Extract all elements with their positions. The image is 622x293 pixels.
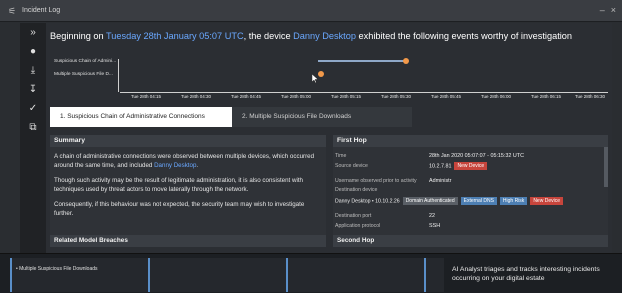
- ai-analyst-note: AI Analyst triages and tracks interestin…: [452, 266, 600, 282]
- event-timeline: Suspicious Chain of Admini... Multiple S…: [46, 49, 612, 104]
- timeline-row-label: Multiple Suspicious File D...: [54, 72, 113, 77]
- mouse-cursor-icon: [312, 74, 318, 83]
- high-risk-badge: High Risk: [499, 197, 528, 205]
- check-icon[interactable]: ✓: [20, 99, 46, 118]
- timeline-tick: Tue 28th 05:45: [430, 94, 462, 99]
- summary-text: Though such activity may be the result o…: [54, 177, 303, 193]
- time-label: Time: [335, 153, 347, 159]
- bottom-incident-strip: • Multiple Suspicious File Downloads AI …: [0, 253, 622, 293]
- chevrons-down-icon[interactable]: »: [20, 23, 46, 42]
- source-value[interactable]: 10.2.7.81: [429, 163, 451, 169]
- chat-icon[interactable]: ●: [20, 42, 46, 61]
- copy-icon[interactable]: ⧉: [20, 118, 46, 137]
- timeline-tick: Tue 28th 05:15: [330, 94, 362, 99]
- event-marker-admin-chain[interactable]: [403, 58, 409, 64]
- window-title: Incident Log: [22, 7, 61, 14]
- first-hop-panel: First Hop Time 28th Jan 2020 05:07:07 - …: [333, 135, 608, 247]
- tab-suspicious-chain[interactable]: 1. Suspicious Chain of Administrative Co…: [50, 107, 232, 127]
- domain-authenticated-badge: Domain Authenticated: [402, 197, 458, 205]
- timeline-tick: Tue 28th 04:30: [180, 94, 212, 99]
- new-device-badge: New Device: [454, 162, 488, 170]
- external-dns-badge: External DNS: [460, 197, 497, 205]
- source-label: Source device: [335, 163, 368, 169]
- summary-device-link[interactable]: Danny Desktop: [154, 162, 196, 169]
- pin-icon[interactable]: ↧: [20, 80, 46, 99]
- close-button[interactable]: ×: [611, 5, 616, 15]
- incident-log-window: ⚟ Incident Log – × » ● ⤓ ↧ ✓ ⧉ Beginning…: [0, 0, 622, 293]
- headline-suffix: exhibited the following events worthy of…: [355, 31, 573, 41]
- headline-prefix: Beginning on: [50, 31, 107, 41]
- username-label: Username observed prior to activity: [335, 178, 417, 184]
- first-hop-header: First Hop: [333, 135, 608, 147]
- headline-device-link[interactable]: Danny Desktop: [293, 31, 356, 41]
- destination-value[interactable]: Danny Desktop • 10.10.2.26: [335, 198, 400, 204]
- timeline-y-axis: [118, 59, 119, 92]
- incident-card[interactable]: [424, 258, 444, 292]
- timeline-tick: Tue 28th 04:45: [230, 94, 262, 99]
- new-device-badge: New Device: [530, 197, 563, 205]
- username-value: Administr: [429, 178, 452, 184]
- tab-file-downloads[interactable]: 2. Multiple Suspicious File Downloads: [232, 107, 412, 127]
- timeline-tick: Tue 28th 05:30: [380, 94, 412, 99]
- incident-tabs: 1. Suspicious Chain of Administrative Co…: [50, 107, 412, 127]
- summary-body: A chain of administrative connections we…: [50, 147, 326, 232]
- summary-header: Summary: [50, 135, 326, 147]
- incident-headline: Beginning on Tuesday 28th January 05:07 …: [50, 31, 572, 41]
- sidebar: » ● ⤓ ↧ ✓ ⧉: [20, 23, 46, 253]
- incident-card[interactable]: [286, 258, 424, 292]
- app-icon: ⚟: [8, 5, 17, 16]
- summary-text: .: [196, 161, 199, 169]
- timeline-tick: Tue 28th 06:30: [574, 94, 606, 99]
- timeline-tick: Tue 28th 06:00: [480, 94, 512, 99]
- title-bar: ⚟ Incident Log – ×: [0, 0, 622, 22]
- event-bar-admin-chain[interactable]: [318, 60, 406, 62]
- event-marker-file-downloads[interactable]: [318, 71, 324, 77]
- summary-panel: Summary A chain of administrative connec…: [50, 135, 326, 247]
- related-breaches-header[interactable]: Related Model Breaches: [50, 235, 326, 247]
- headline-middle: , the device: [243, 31, 294, 41]
- port-value: 22: [429, 213, 435, 219]
- headline-date: Tuesday 28th January 05:07 UTC: [106, 31, 244, 41]
- time-value: 28th Jan 2020 05:07:07 - 05:15:32 UTC: [429, 153, 525, 159]
- minimize-button[interactable]: –: [600, 5, 605, 15]
- incident-card-label: Multiple Suspicious File Downloads: [19, 266, 98, 272]
- timeline-tick: Tue 28th 04:15: [130, 94, 162, 99]
- summary-text: Consequently, if this behaviour was not …: [54, 201, 305, 217]
- download-icon[interactable]: ⤓: [20, 61, 46, 80]
- scrollbar[interactable]: [604, 147, 608, 187]
- destination-label: Destination device: [335, 187, 378, 193]
- protocol-value: SSH: [429, 223, 441, 229]
- main-content: Beginning on Tuesday 28th January 05:07 …: [46, 23, 612, 253]
- timeline-tick: Tue 28th 06:15: [530, 94, 562, 99]
- incident-card[interactable]: • Multiple Suspicious File Downloads: [10, 258, 148, 292]
- incident-card-title: • Multiple Suspicious File Downloads: [16, 266, 98, 272]
- second-hop-header[interactable]: Second Hop: [333, 235, 608, 247]
- protocol-label: Application protocol: [335, 223, 381, 229]
- timeline-x-axis: [120, 92, 608, 93]
- timeline-tick: Tue 28th 05:00: [280, 94, 312, 99]
- timeline-row-label: Suspicious Chain of Admini...: [54, 59, 117, 64]
- port-label: Destination port: [335, 213, 372, 219]
- source-value-row: 10.2.7.81 New Device: [429, 162, 488, 170]
- incident-card[interactable]: [148, 258, 286, 292]
- destination-row: Danny Desktop • 10.10.2.26 Domain Authent…: [335, 197, 563, 205]
